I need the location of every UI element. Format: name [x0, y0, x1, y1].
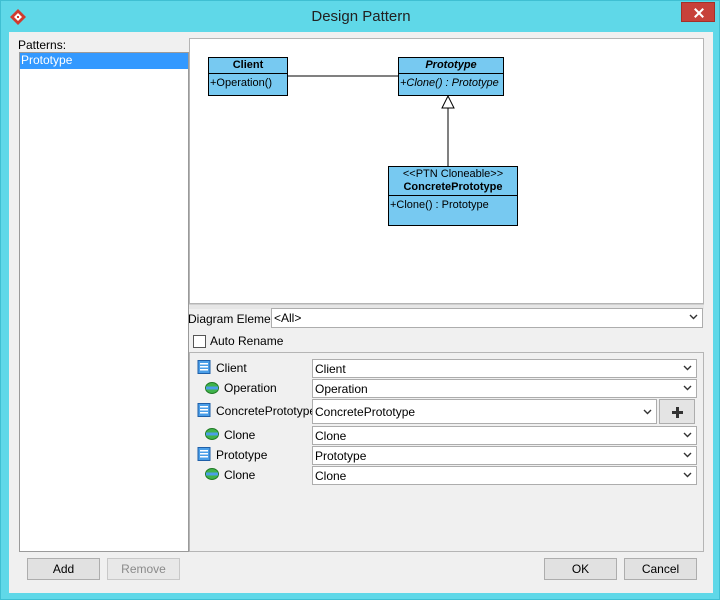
diagram-element-value: <All> [274, 311, 302, 325]
binding-label-clone: Clone [224, 428, 256, 442]
binding-label-operation: Operation [224, 381, 277, 395]
binding-label-prototype: Prototype [216, 448, 268, 462]
uml-class-concrete-prototype[interactable]: <<PTN Cloneable>> ConcretePrototype +Clo… [388, 166, 518, 226]
binding-select-clone[interactable]: Clone [312, 466, 697, 485]
chevron-down-icon [683, 385, 692, 391]
operation-icon [205, 428, 219, 440]
uml-class-prototype[interactable]: Prototype +Clone() : Prototype [398, 57, 504, 96]
binding-value: Prototype [315, 449, 367, 463]
operation-icon [205, 468, 219, 480]
binding-select-client[interactable]: Client [312, 359, 697, 378]
class-name: Client [209, 58, 287, 74]
chevron-down-icon [689, 314, 698, 320]
cancel-button[interactable]: Cancel [624, 558, 697, 580]
class-operation: +Clone() : Prototype [400, 77, 499, 89]
binding-select-operation[interactable]: Operation [312, 379, 697, 398]
class-operation: +Clone() : Prototype [390, 199, 489, 211]
pattern-item-prototype[interactable]: Prototype [20, 53, 188, 69]
binding-value: Client [315, 362, 346, 376]
dialog-content: Patterns: Prototype Client +Operation() … [9, 32, 713, 593]
class-name: ConcretePrototype [403, 181, 503, 193]
patterns-label: Patterns: [18, 38, 67, 52]
generalization-arrowhead [441, 94, 455, 109]
class-icon [197, 447, 211, 461]
design-pattern-window: Design Pattern Patterns: Prototype Clien… [0, 0, 720, 600]
binding-select-prototype[interactable]: Prototype [312, 446, 697, 465]
class-icon [197, 403, 211, 417]
binding-label-client: Client [216, 361, 247, 375]
close-button[interactable] [681, 2, 715, 22]
chevron-down-icon [683, 472, 692, 478]
binding-select-clone[interactable]: Clone [312, 426, 697, 445]
binding-value: Clone [315, 469, 347, 483]
remove-button[interactable]: Remove [107, 558, 180, 580]
class-name: Prototype [399, 58, 503, 74]
diagram-element-select[interactable]: <All> [271, 308, 703, 328]
operation-icon [205, 382, 219, 394]
binding-select-concrete-prototype[interactable]: ConcretePrototype [312, 399, 657, 424]
ok-button[interactable]: OK [544, 558, 617, 580]
add-button[interactable]: Add [27, 558, 100, 580]
class-icon [197, 360, 211, 374]
chevron-down-icon [643, 409, 652, 415]
binding-label-clone: Clone [224, 468, 256, 482]
titlebar[interactable]: Design Pattern [1, 1, 720, 33]
binding-value: ConcretePrototype [315, 405, 416, 419]
pattern-diagram-canvas[interactable]: Client +Operation() Prototype +Clone() :… [189, 38, 704, 304]
uml-class-client[interactable]: Client +Operation() [208, 57, 288, 96]
chevron-down-icon [683, 452, 692, 458]
auto-rename-checkbox[interactable] [193, 335, 206, 348]
class-stereotype: <<PTN Cloneable>> [402, 168, 504, 180]
auto-rename-label[interactable]: Auto Rename [210, 334, 283, 348]
class-operation: +Operation() [210, 77, 273, 89]
chevron-down-icon [683, 432, 692, 438]
binding-value: Operation [315, 382, 368, 396]
class-header: <<PTN Cloneable>> ConcretePrototype [389, 167, 517, 196]
window-title: Design Pattern [311, 8, 411, 25]
binding-label-concrete-prototype: ConcretePrototype [216, 404, 317, 418]
binding-value: Clone [315, 429, 347, 443]
patterns-list[interactable]: Prototype [19, 52, 189, 552]
chevron-down-icon [683, 365, 692, 371]
diagram-element-label: Diagram Element [188, 312, 281, 326]
add-binding-button[interactable] [659, 399, 695, 424]
